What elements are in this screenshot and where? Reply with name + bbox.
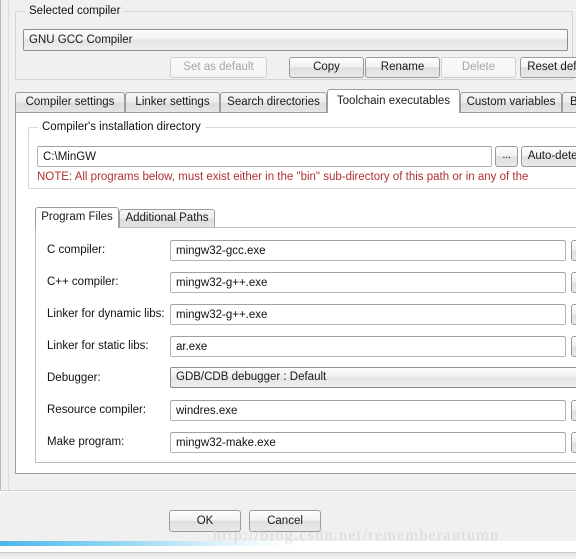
compiler-select[interactable]: GNU GCC Compiler bbox=[23, 29, 568, 51]
debugger-label: Debugger: bbox=[47, 372, 101, 384]
make-program-input[interactable] bbox=[170, 432, 566, 453]
watermark-text: http://blog.csdn.net/rememberautumn bbox=[213, 527, 500, 544]
linker-dynamic-browse-button[interactable]: ... bbox=[571, 304, 576, 325]
taskbar-fade-strip bbox=[0, 553, 576, 559]
rename-label: Rename bbox=[380, 61, 425, 73]
auto-detect-label: Auto-detec bbox=[527, 150, 576, 162]
dialog-window: Selected compiler GNU GCC Compiler Set a… bbox=[0, 0, 576, 559]
c-compiler-label: C compiler: bbox=[47, 244, 106, 256]
tab-toolchain-executables-label: Toolchain executables bbox=[336, 95, 451, 107]
set-as-default-label: Set as default bbox=[183, 61, 254, 73]
c-compiler-input[interactable] bbox=[170, 240, 566, 261]
selected-compiler-group-title: Selected compiler bbox=[25, 5, 125, 17]
ok-label: OK bbox=[196, 515, 214, 527]
tab-custom-variables[interactable]: Custom variables bbox=[460, 92, 562, 113]
rename-button[interactable]: Rename bbox=[365, 57, 440, 78]
c-compiler-browse-button[interactable]: ... bbox=[571, 240, 576, 261]
linker-dynamic-input[interactable] bbox=[170, 304, 566, 325]
set-as-default-button[interactable]: Set as default bbox=[170, 57, 267, 78]
linker-static-input[interactable] bbox=[170, 336, 566, 357]
window-left-border bbox=[0, 0, 9, 544]
linker-static-label: Linker for static libs: bbox=[47, 340, 149, 352]
tab-linker-settings[interactable]: Linker settings bbox=[125, 92, 220, 113]
dialog-body: Selected compiler GNU GCC Compiler Set a… bbox=[10, 0, 576, 490]
delete-button[interactable]: Delete bbox=[441, 57, 516, 78]
resource-compiler-input[interactable] bbox=[170, 400, 566, 421]
install-dir-browse-button[interactable]: ... bbox=[495, 146, 518, 167]
compiler-select-value: GNU GCC Compiler bbox=[29, 34, 133, 46]
reset-defaults-label: Reset defa bbox=[527, 61, 576, 73]
cancel-label: Cancel bbox=[267, 515, 303, 527]
taskbar-white-strip bbox=[0, 546, 576, 553]
tab-toolchain-executables[interactable]: Toolchain executables bbox=[327, 89, 460, 113]
tab-custom-variables-label: Custom variables bbox=[466, 96, 556, 108]
cpp-compiler-browse-button[interactable]: ... bbox=[571, 272, 576, 293]
debugger-select-value: GDB/CDB debugger : Default bbox=[176, 371, 327, 383]
cpp-compiler-label: C++ compiler: bbox=[47, 276, 119, 288]
inner-tab-program-files[interactable]: Program Files bbox=[35, 207, 119, 228]
resource-compiler-browse-button[interactable]: ... bbox=[571, 400, 576, 421]
install-dir-browse-label: ... bbox=[502, 149, 511, 161]
install-dir-group-title: Compiler's installation directory bbox=[38, 121, 205, 133]
linker-dynamic-label: Linker for dynamic libs: bbox=[47, 308, 165, 320]
reset-defaults-button[interactable]: Reset defa bbox=[520, 57, 576, 78]
make-program-label: Make program: bbox=[47, 436, 125, 448]
tab-search-directories[interactable]: Search directories bbox=[220, 92, 327, 113]
cpp-compiler-input[interactable] bbox=[170, 272, 566, 293]
inner-tab-additional-paths[interactable]: Additional Paths bbox=[119, 209, 215, 228]
copy-button[interactable]: Copy bbox=[289, 57, 364, 78]
tab-compiler-settings[interactable]: Compiler settings bbox=[15, 92, 125, 113]
auto-detect-button[interactable]: Auto-detec bbox=[521, 146, 576, 167]
inner-tab-additional-paths-label: Additional Paths bbox=[125, 212, 209, 224]
tab-build-options-label: Bu bbox=[570, 96, 576, 108]
tab-compiler-settings-label: Compiler settings bbox=[25, 96, 115, 108]
inner-tab-program-files-label: Program Files bbox=[41, 211, 113, 223]
copy-label: Copy bbox=[313, 61, 340, 73]
debugger-select[interactable]: GDB/CDB debugger : Default bbox=[170, 367, 576, 388]
install-dir-note: NOTE: All programs below, must exist eit… bbox=[37, 171, 529, 183]
tab-search-directories-label: Search directories bbox=[227, 96, 320, 108]
tab-linker-settings-label: Linker settings bbox=[135, 96, 210, 108]
delete-label: Delete bbox=[461, 61, 496, 73]
make-program-browse-button[interactable]: ... bbox=[571, 432, 576, 453]
install-dir-input[interactable] bbox=[37, 146, 492, 167]
tab-build-options[interactable]: Bu bbox=[562, 92, 576, 113]
linker-static-browse-button[interactable]: ... bbox=[571, 336, 576, 357]
resource-compiler-label: Resource compiler: bbox=[47, 404, 147, 416]
